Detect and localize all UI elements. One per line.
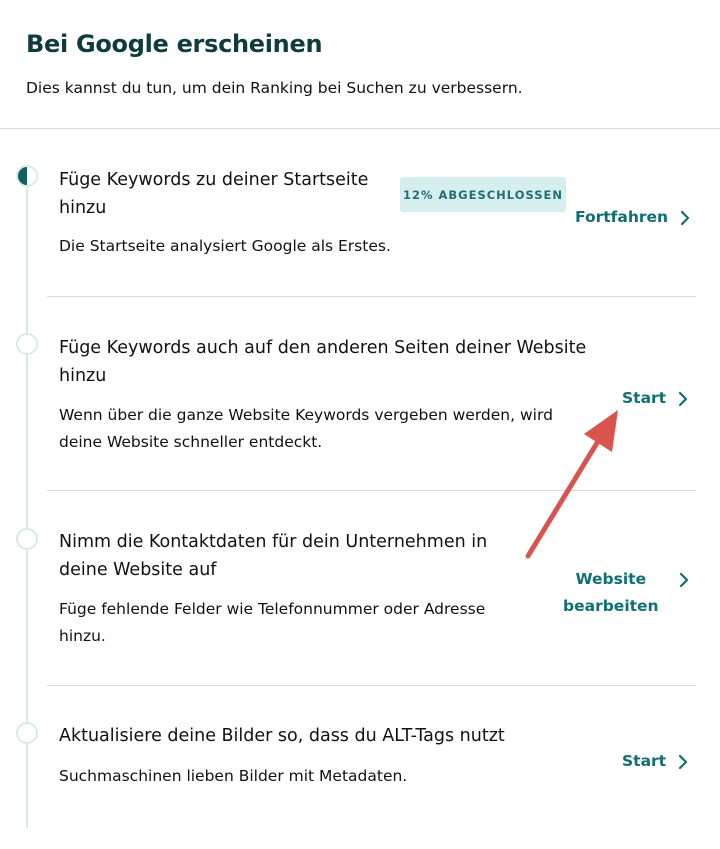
section-header: Bei Google erscheinen Dies kannst du tun… <box>0 0 720 129</box>
page-title: Bei Google erscheinen <box>26 30 323 58</box>
divider <box>47 296 696 297</box>
step-description: Suchmaschinen lieben Bilder mit Metadate… <box>59 767 408 785</box>
edit-website-button[interactable]: Website bearbeiten <box>563 566 689 620</box>
page-subtitle: Dies kannst du tun, um dein Ranking bei … <box>26 79 523 97</box>
divider <box>47 685 696 686</box>
chevron-right-icon <box>680 210 690 225</box>
step-indicator <box>16 333 38 355</box>
step-description: Wenn über die ganze Website Keywords ver… <box>59 406 553 451</box>
continue-button-label: Fortfahren <box>575 208 669 226</box>
chevron-right-icon <box>679 572 688 588</box>
start-button[interactable]: Start <box>622 385 688 412</box>
continue-button[interactable]: Fortfahren <box>575 204 690 231</box>
step-indicator <box>16 528 38 550</box>
progress-badge: 12% ABGESCHLOSSEN <box>400 177 566 212</box>
step-description: Füge fehlende Felder wie Telefonnummer o… <box>59 600 486 645</box>
step-indicator <box>16 722 38 744</box>
start-button[interactable]: Start <box>622 748 688 775</box>
step-description: Die Startseite analysiert Google als Ers… <box>59 237 391 255</box>
start-button-label: Start <box>622 752 667 770</box>
chevron-right-icon <box>678 391 688 406</box>
edit-website-button-label: Website bearbeiten <box>563 570 659 615</box>
step-title: Aktualisiere deine Bilder so, dass du AL… <box>59 726 505 746</box>
step-title: Füge Keywords auch auf den anderen Seite… <box>59 338 587 386</box>
red-arrow-annotation <box>525 410 618 559</box>
step-title: Nimm die Kontaktdaten für dein Unternehm… <box>59 532 488 580</box>
step-title: Füge Keywords zu deiner Startseite hinzu <box>59 170 369 218</box>
chevron-right-icon <box>678 754 688 769</box>
step-progress-indicator <box>16 165 38 187</box>
